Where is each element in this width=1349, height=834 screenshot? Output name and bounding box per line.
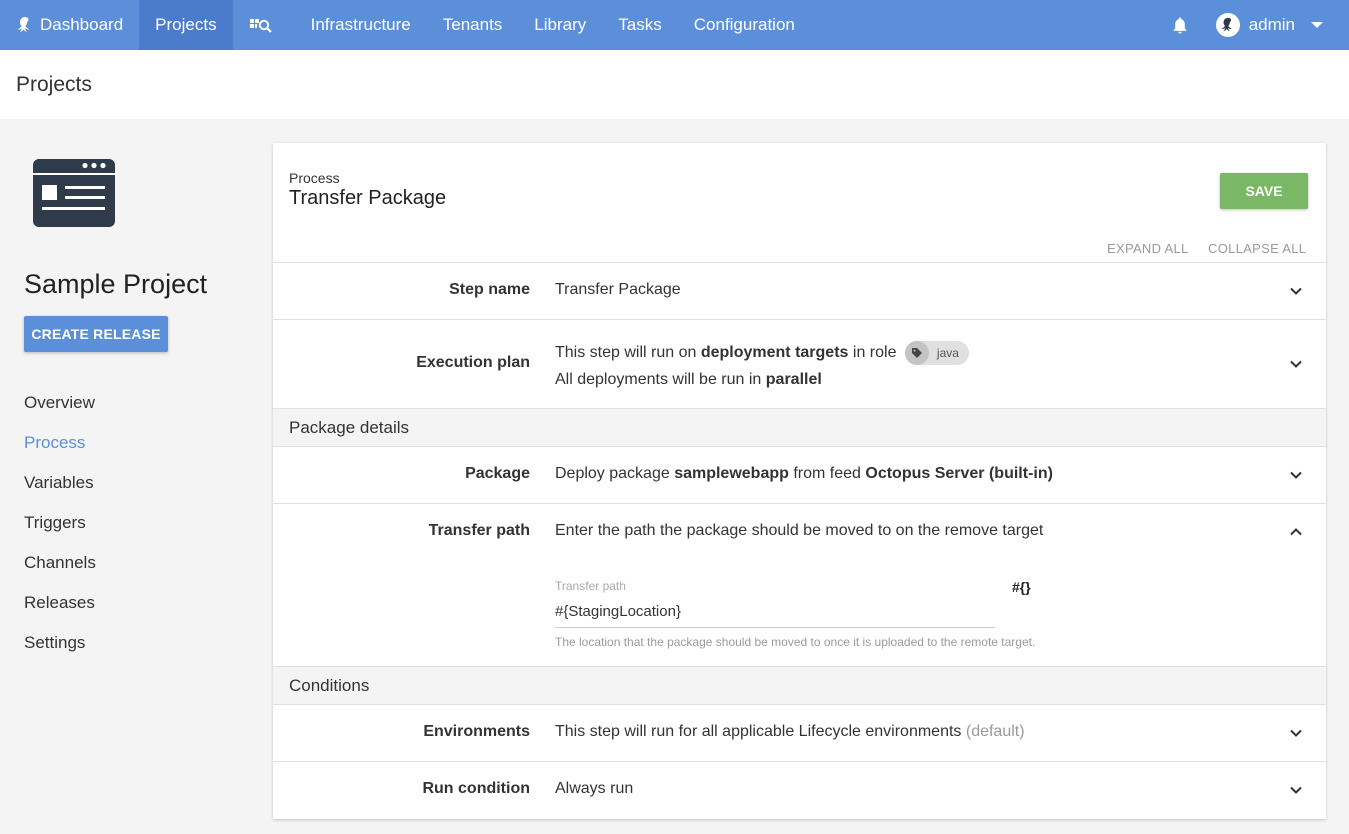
execution-plan-text-d: All deployments will be run in bbox=[555, 371, 766, 388]
transfer-path-hint: The location that the package should be … bbox=[555, 635, 1036, 649]
step-name-label: Step name bbox=[449, 281, 530, 298]
sidebar-item-triggers[interactable]: Triggers bbox=[24, 511, 96, 551]
sidebar-item-overview[interactable]: Overview bbox=[24, 391, 96, 431]
user-name: admin bbox=[1248, 15, 1295, 34]
section-package-details: Package details bbox=[273, 408, 1326, 446]
environments-label: Environments bbox=[423, 723, 530, 740]
package-name: samplewebapp bbox=[674, 465, 789, 482]
project-nav: Overview Process Variables Triggers Chan… bbox=[24, 391, 96, 671]
chevron-down-icon[interactable] bbox=[1289, 284, 1303, 298]
execution-plan-targets: deployment targets bbox=[700, 344, 849, 362]
octopus-icon bbox=[17, 17, 30, 32]
chevron-down-icon bbox=[1311, 22, 1323, 28]
notifications-button[interactable] bbox=[1160, 16, 1200, 34]
nav-tenants-label: Tenants bbox=[442, 15, 503, 34]
breadcrumb[interactable]: Process bbox=[289, 170, 340, 186]
environments-row[interactable]: Environments This step will run for all … bbox=[273, 704, 1326, 761]
nav-dashboard-label: Dashboard bbox=[40, 15, 124, 34]
package-text-a: Deploy package bbox=[555, 465, 675, 482]
sidebar-item-variables[interactable]: Variables bbox=[24, 471, 96, 511]
step-name-row[interactable]: Step name Transfer Package bbox=[273, 262, 1326, 319]
environments-text: This step will run for all applicable Li… bbox=[555, 723, 962, 740]
step-title: Transfer Package bbox=[289, 187, 447, 209]
nav-tasks[interactable]: Tasks bbox=[602, 0, 677, 50]
package-text-c: from feed bbox=[788, 465, 866, 482]
nav-configuration[interactable]: Configuration bbox=[678, 0, 811, 50]
nav-library-label: Library bbox=[534, 15, 587, 34]
environments-default: (default) bbox=[965, 723, 1025, 740]
sidebar-item-process[interactable]: Process bbox=[24, 431, 96, 471]
nav-right: admin bbox=[1160, 0, 1349, 50]
package-feed: Octopus Server (built-in) bbox=[865, 465, 1053, 482]
run-condition-value: Always run bbox=[555, 780, 634, 797]
step-editor-card: Process Transfer Package SAVE EXPAND ALL… bbox=[273, 143, 1326, 819]
nav-infrastructure[interactable]: Infrastructure bbox=[295, 0, 427, 50]
save-button[interactable]: SAVE bbox=[1220, 173, 1308, 209]
transfer-path-row: Transfer path Enter the path the package… bbox=[273, 503, 1326, 666]
project-logo-icon bbox=[33, 159, 115, 227]
create-release-button[interactable]: CREATE RELEASE bbox=[24, 316, 168, 352]
execution-plan-parallel: parallel bbox=[765, 371, 822, 388]
run-condition-label: Run condition bbox=[422, 780, 530, 797]
sidebar-item-channels[interactable]: Channels bbox=[24, 551, 96, 591]
package-row[interactable]: Package Deploy package samplewebapp from… bbox=[273, 446, 1326, 503]
nav-tasks-label: Tasks bbox=[618, 15, 662, 34]
package-label: Package bbox=[465, 465, 530, 482]
tag-icon bbox=[904, 341, 929, 365]
execution-plan-line2: All deployments will be run in parallel bbox=[555, 368, 822, 392]
step-name-value: Transfer Package bbox=[555, 281, 681, 298]
nav-tenants[interactable]: Tenants bbox=[427, 0, 519, 50]
page-title-bar: Projects bbox=[0, 50, 1349, 119]
octopus-avatar-icon bbox=[1221, 17, 1232, 31]
project-name: Sample Project bbox=[24, 269, 208, 299]
user-menu[interactable]: admin bbox=[1215, 13, 1323, 37]
nav-configuration-label: Configuration bbox=[693, 15, 795, 34]
transfer-path-input[interactable]: #{StagingLocation} bbox=[555, 600, 995, 628]
chevron-up-icon[interactable] bbox=[1289, 525, 1303, 539]
sidebar: Sample Project CREATE RELEASE Overview P… bbox=[0, 119, 260, 834]
execution-plan-row[interactable]: Execution plan This step will run on dep… bbox=[273, 319, 1326, 408]
transfer-path-summary: Enter the path the package should be mov… bbox=[555, 522, 1044, 539]
environments-value: This step will run for all applicable Li… bbox=[555, 720, 1025, 744]
execution-plan-text-a: This step will run on bbox=[555, 344, 701, 362]
execution-plan-label: Execution plan bbox=[416, 354, 530, 371]
search-grid-icon bbox=[249, 19, 272, 33]
sidebar-item-settings[interactable]: Settings bbox=[24, 631, 96, 671]
nav-dashboard[interactable]: Dashboard bbox=[0, 0, 139, 50]
nav-infrastructure-label: Infrastructure bbox=[310, 15, 411, 34]
chevron-down-icon[interactable] bbox=[1289, 468, 1303, 482]
role-tag: java bbox=[904, 341, 969, 365]
avatar bbox=[1215, 13, 1240, 37]
insert-variable-button[interactable]: #{} bbox=[1012, 579, 1031, 595]
bell-icon bbox=[1173, 17, 1187, 34]
run-condition-row[interactable]: Run condition Always run bbox=[273, 761, 1326, 818]
page-title: Projects bbox=[16, 72, 92, 96]
section-conditions-label: Conditions bbox=[289, 675, 370, 695]
role-tag-label: java bbox=[936, 346, 959, 360]
package-value: Deploy package samplewebapp from feed Oc… bbox=[555, 462, 1053, 486]
section-package-details-label: Package details bbox=[289, 417, 410, 437]
chevron-down-icon[interactable] bbox=[1289, 357, 1303, 371]
top-nav: Dashboard Projects Infrastructure Tenant… bbox=[0, 0, 1349, 50]
collapse-all-button[interactable]: COLLAPSE ALL bbox=[1208, 241, 1306, 256]
nav-projects[interactable]: Projects bbox=[139, 0, 233, 50]
transfer-path-field-label: Transfer path bbox=[555, 579, 626, 593]
execution-plan-line1: This step will run on deployment targets… bbox=[555, 341, 969, 365]
execution-plan-text-c: in role bbox=[848, 344, 897, 362]
expand-all-button[interactable]: EXPAND ALL bbox=[1107, 241, 1189, 256]
nav-library[interactable]: Library bbox=[518, 0, 602, 50]
transfer-path-label: Transfer path bbox=[428, 522, 530, 539]
nav-search[interactable] bbox=[233, 0, 295, 50]
chevron-down-icon[interactable] bbox=[1289, 726, 1303, 740]
nav-projects-label: Projects bbox=[155, 15, 217, 34]
section-conditions: Conditions bbox=[273, 666, 1326, 704]
sidebar-item-releases[interactable]: Releases bbox=[24, 591, 96, 631]
chevron-down-icon[interactable] bbox=[1289, 783, 1303, 797]
